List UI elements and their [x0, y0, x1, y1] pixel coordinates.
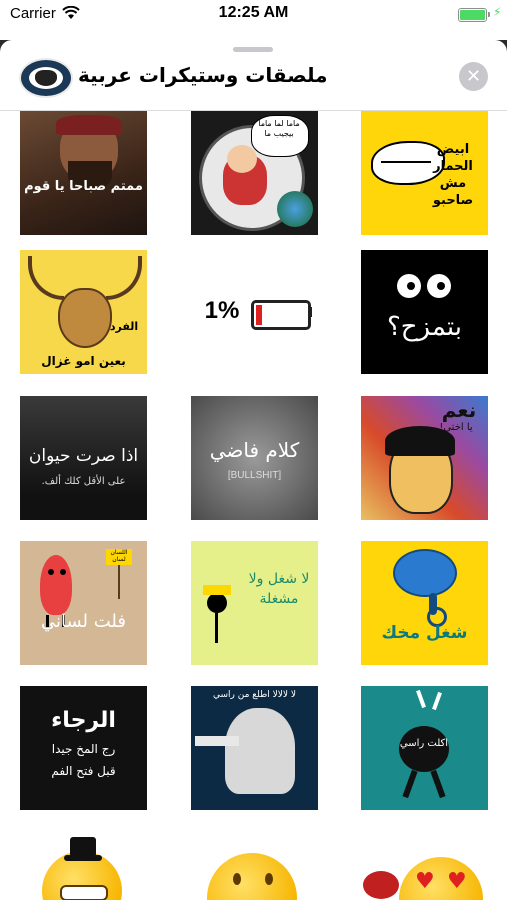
sticker-caption: لا شغل ولا مشغلة — [248, 571, 310, 607]
sticker-naam[interactable]: نعم يا اختي! — [361, 396, 488, 520]
sticker-caption: الرجاء — [51, 708, 116, 733]
close-button[interactable]: ✕ — [459, 62, 488, 91]
sticker-please[interactable]: الرجاء رج المخ جيدا قبل فتح الفم — [20, 686, 147, 810]
sticker-eyes[interactable]: بتمزح؟ — [361, 250, 488, 374]
sticker-caption: اذا صرت حيوان — [28, 446, 139, 466]
sticker-caption: بعين امو غزال — [41, 354, 126, 368]
sticker-caption: لا لالالا اطلع من راسي — [213, 690, 296, 700]
sticker-caption-2: رج المخ جيدا — [51, 742, 116, 756]
sticker-caption-top: الفرد — [109, 320, 139, 333]
sticker-head[interactable]: لا لالالا اطلع من راسي — [191, 686, 318, 810]
sticker-caption: اكلت راسي — [399, 738, 449, 749]
sticker-caption: ممتم صباحا يا قوم — [24, 179, 143, 194]
emoji-face-icon — [207, 853, 297, 900]
sticker-camel[interactable]: ابيض الحمار مش صاحبو — [361, 111, 488, 235]
sticker-emoji-eating[interactable] — [191, 831, 318, 900]
sticker-brain[interactable]: شغل مخك — [361, 541, 488, 665]
sticker-emoji-hearts[interactable]: ♥ ♥ — [361, 831, 488, 900]
sticker-shughl[interactable]: لا شغل ولا مشغلة — [191, 541, 318, 665]
sticker-caption-2: يا اختي! — [439, 422, 473, 433]
sticker-astronaut[interactable]: ماما لما ماما بيجيب ما — [191, 111, 318, 235]
emoji-face-icon — [399, 857, 483, 900]
sticker-animal[interactable]: اذا صرت حيوان على الأقل كلك ألف. — [20, 396, 147, 520]
sticker-grid: ممتم صباحا يا قوم ماما لما ماما بيجيب ما… — [0, 111, 507, 900]
sticker-battery[interactable]: 1% — [191, 250, 318, 374]
battery-sticker-icon — [251, 300, 311, 330]
sticker-caption: شغل مخك — [381, 623, 468, 643]
sticker-caption-2: [BULLSHIT] — [227, 470, 282, 481]
sticker-caption: بتمزح؟ — [386, 312, 463, 342]
sticker-caption: ابيض الحمار مش صاحبو — [432, 142, 474, 208]
charging-icon: ⚡ — [493, 5, 502, 19]
sticker-caption: فلت لساني — [41, 611, 126, 632]
status-bar: Carrier 12:25 AM ⚡ — [0, 0, 507, 40]
sticker-bullshit[interactable]: كلام فاضي [BULLSHIT] — [191, 396, 318, 520]
battery-icon — [458, 8, 487, 22]
app-icon — [19, 58, 73, 98]
sticker-caption-2: على الأقل كلك ألف. — [41, 476, 126, 487]
sticker-caption-3: قبل فتح الفم — [51, 764, 116, 778]
battery-cap — [488, 12, 490, 17]
sticker-tongue[interactable]: اللسان لسان فلت لساني — [20, 541, 147, 665]
sheet-header: ملصقات وستيكرات عربية ✕ — [0, 52, 507, 111]
sticker-good-morning[interactable]: ممتم صباحا يا قوم — [20, 111, 147, 235]
battery-percent: 1% — [204, 297, 240, 324]
clock: 12:25 AM — [218, 4, 289, 21]
sticker-walking[interactable]: اكلت راسي — [361, 686, 488, 810]
sticker-caption: كلام فاضي — [209, 438, 300, 462]
sticker-caption: نعم — [441, 398, 477, 422]
sticker-sign: اللسان لسان — [106, 549, 132, 565]
sticker-emoji-hat[interactable] — [20, 831, 147, 900]
sticker-deer[interactable]: الفرد بعين امو غزال — [20, 250, 147, 374]
page-title: ملصقات وستيكرات عربية — [78, 63, 328, 87]
sticker-caption: ماما لما ماما بيجيب ما — [258, 119, 300, 138]
sticker-sheet: ملصقات وستيكرات عربية ✕ ممتم صباحا يا قو… — [0, 40, 507, 900]
